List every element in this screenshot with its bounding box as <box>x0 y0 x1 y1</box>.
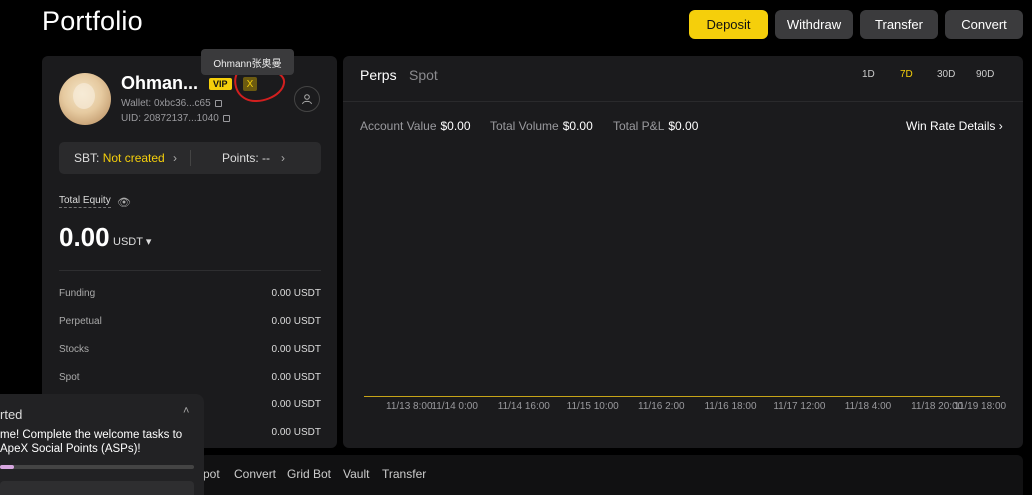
eye-icon[interactable]: 👁 <box>117 196 131 209</box>
x-tick-label: 11/14 0:00 <box>431 401 478 412</box>
balance-row: Perpetual 0.00 USDT <box>59 316 321 327</box>
divider <box>190 150 191 166</box>
chevron-right-icon: › <box>281 151 285 165</box>
avatar[interactable] <box>59 73 111 125</box>
user-icon <box>302 94 312 105</box>
x-tick-label: 11/18 4:00 <box>844 401 892 412</box>
page-title: Portfolio <box>42 6 143 36</box>
x-tick-label: 11/19 18:00 <box>954 401 1007 412</box>
profile-settings-button[interactable] <box>294 86 320 112</box>
tab-convert[interactable]: Convert <box>234 467 276 481</box>
x-tick-label: 11/13 8:00 <box>386 401 433 412</box>
win-rate-details-link[interactable]: Win Rate Details › <box>906 119 1003 133</box>
onboarding-progress-bar <box>0 465 194 469</box>
tab-transfer[interactable]: Transfer <box>382 467 426 481</box>
points-status[interactable]: Points: -- <box>222 151 270 165</box>
stat-total-pnl: Total P&L $0.00 <box>613 119 699 133</box>
caret-down-icon: ▾ <box>145 236 152 248</box>
tab-spot-bottom[interactable]: pot <box>203 467 220 481</box>
stat-total-volume: Total Volume $0.00 <box>490 119 593 133</box>
performance-panel <box>343 56 1023 448</box>
uid-line: UID: 20872137...1040 <box>121 113 230 124</box>
range-1d[interactable]: 1D <box>862 69 875 80</box>
divider <box>59 270 321 271</box>
copy-icon[interactable] <box>222 114 230 122</box>
tab-vault[interactable]: Vault <box>343 467 369 481</box>
deposit-button[interactable]: Deposit <box>689 10 768 39</box>
chevron-up-icon[interactable]: ˄ <box>183 405 189 417</box>
chevron-right-icon: › <box>173 151 177 165</box>
wallet-line: Wallet: 0xbc36...c65 <box>121 98 222 109</box>
convert-button[interactable]: Convert <box>945 10 1023 39</box>
username-tooltip: Ohmann张奥曼 <box>201 49 294 75</box>
equity-unit-select[interactable]: USDT ▾ <box>113 235 151 248</box>
x-tick-label: 11/17 12:00 <box>773 401 826 412</box>
onboarding-text: me! Complete the welcome tasks to ApeX S… <box>0 429 183 455</box>
chevron-right-icon: › <box>998 119 1003 133</box>
x-tick-label: 11/16 2:00 <box>638 401 685 412</box>
balance-row: Spot 0.00 USDT <box>59 372 321 383</box>
x-tick-label: 11/14 16:00 <box>497 401 550 412</box>
chart-series-line <box>364 396 1000 397</box>
tab-perps[interactable]: Perps <box>360 67 397 83</box>
range-90d[interactable]: 90D <box>976 69 994 80</box>
progress-fill <box>0 465 14 469</box>
sbt-status[interactable]: SBT: Not created <box>74 151 165 165</box>
uid: UID: 20872137...1040 <box>121 113 219 124</box>
sbt-points-box[interactable]: SBT: Not created › Points: -- › <box>59 142 321 174</box>
stat-account-value: Account Value $0.00 <box>360 119 471 133</box>
wallet-address: Wallet: 0xbc36...c65 <box>121 98 211 109</box>
onboarding-next-item[interactable] <box>0 481 194 495</box>
copy-icon[interactable] <box>214 99 222 107</box>
transfer-button[interactable]: Transfer <box>860 10 938 39</box>
username: Ohman... <box>121 73 199 93</box>
range-7d[interactable]: 7D <box>900 69 913 80</box>
x-tick-label: 11/15 10:00 <box>566 401 619 412</box>
balance-row: Funding 0.00 USDT <box>59 288 321 299</box>
range-30d[interactable]: 30D <box>937 69 955 80</box>
tab-grid-bot[interactable]: Grid Bot <box>287 467 331 481</box>
total-equity-label: Total Equity <box>59 195 111 208</box>
total-equity-value: 0.00 <box>59 222 110 252</box>
tab-spot[interactable]: Spot <box>409 67 438 83</box>
onboarding-title: rted <box>0 407 23 422</box>
balance-row: Stocks 0.00 USDT <box>59 344 321 355</box>
x-tick-label: 11/16 18:00 <box>704 401 757 412</box>
withdraw-button[interactable]: Withdraw <box>775 10 853 39</box>
divider <box>343 101 1023 102</box>
